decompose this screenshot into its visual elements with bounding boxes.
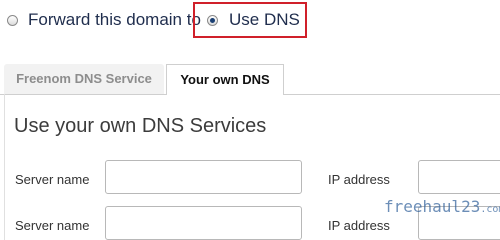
server-name-label-1: Server name xyxy=(15,172,90,187)
server-name-input-1[interactable] xyxy=(105,160,302,194)
dns-option-row: Forward this domain to Use DNS xyxy=(0,0,500,42)
forward-domain-radio[interactable] xyxy=(7,15,18,26)
tab-freenom-dns[interactable]: Freenom DNS Service xyxy=(4,64,164,94)
server-name-input-2[interactable] xyxy=(105,206,302,240)
forward-domain-label[interactable]: Forward this domain to xyxy=(28,10,201,30)
server-name-label-2: Server name xyxy=(15,218,90,233)
section-title: Use your own DNS Services xyxy=(14,115,267,137)
ip-address-label-2: IP address xyxy=(328,218,390,233)
ip-address-label-1: IP address xyxy=(328,172,390,187)
watermark-suffix: .com xyxy=(480,204,500,215)
use-dns-highlight xyxy=(193,2,307,38)
watermark: freehaul23.com xyxy=(384,197,500,216)
ip-address-input-1[interactable] xyxy=(418,160,500,194)
tab-your-own-dns[interactable]: Your own DNS xyxy=(166,64,284,95)
watermark-text: freehaul23 xyxy=(384,197,481,216)
